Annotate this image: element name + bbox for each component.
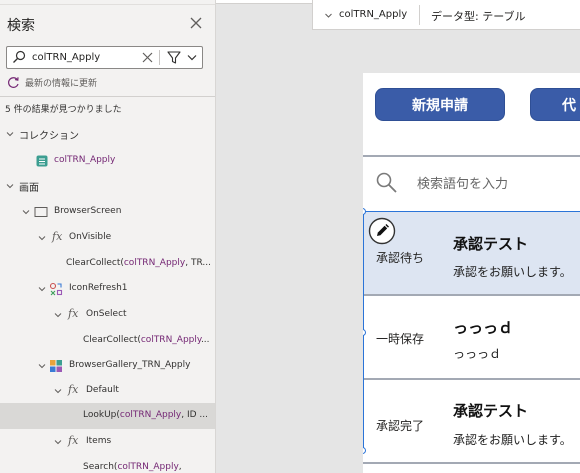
gallery-item-title: 承認テスト [453, 235, 529, 253]
formula-result-text: ClearCollect(colTRN_Apply, TR... [66, 258, 211, 268]
formula-post: ... [200, 335, 210, 345]
tree-item-default[interactable]: fx Default [0, 378, 215, 404]
search-icon [13, 50, 26, 63]
tree-section-screens[interactable]: 画面 [0, 173, 215, 199]
gallery-icon [50, 360, 62, 372]
tree-item-collection[interactable]: colTRN_Apply [0, 148, 215, 174]
formula-result-text: LookUp(colTRN_Apply, ID ... [83, 410, 208, 420]
tree-item-onvisible[interactable]: fx OnVisible [0, 225, 215, 251]
close-icon[interactable] [187, 14, 205, 32]
formula-icon: fx [68, 434, 79, 447]
refresh-label: 最新の情報に更新 [25, 78, 98, 89]
formula-pre: ClearCollect( [66, 258, 124, 268]
formula-post: , [178, 462, 182, 472]
tree-label: BrowserGallery_TRN_Apply [69, 360, 191, 370]
chevron-down-icon [6, 132, 14, 137]
collection-icon [36, 155, 48, 167]
filter-icon[interactable] [166, 50, 200, 66]
gallery-item-subtitle: っっっｄ [453, 347, 502, 361]
search-input[interactable] [32, 49, 138, 66]
gallery-item-status: 承認完了 [376, 419, 425, 433]
chevron-down-icon [6, 184, 14, 189]
chevron-down-icon[interactable] [324, 11, 333, 20]
pane-top-border [0, 0, 215, 5]
pane-divider [0, 96, 215, 97]
formula-match: colTRN_Apply [117, 462, 179, 472]
chevron-down-icon [54, 440, 62, 445]
gallery-item-status: 一時保存 [376, 332, 425, 346]
refresh-icon [8, 76, 19, 88]
formula-result-text: Search(colTRN_Apply, [83, 462, 182, 472]
formula-icon: fx [52, 230, 63, 243]
formula-match: colTRN_Apply [119, 410, 182, 420]
result-count: 5 件の結果が見つかりました [5, 105, 122, 115]
gallery-item-title: っっっｄ [453, 319, 514, 337]
chevron-down-icon [54, 313, 62, 318]
tree-item-items[interactable]: fx Items [0, 429, 215, 455]
formula-pre: LookUp( [83, 410, 120, 420]
tree-label: Default [86, 385, 119, 395]
gallery-item[interactable]: 一時保存 っっっｄ っっっｄ [363, 296, 580, 380]
tree-item-iconrefresh1[interactable]: IconRefresh1 [0, 276, 215, 302]
tree-label: colTRN_Apply [54, 155, 116, 165]
tree-item-formula-result[interactable]: ClearCollect(colTRN_Apply, TR... [0, 251, 215, 277]
tree-item-onselect[interactable]: fx OnSelect [0, 302, 215, 328]
top-strip [216, 0, 312, 4]
collection-name[interactable]: colTRN_Apply [339, 9, 407, 20]
tree-item-formula-result[interactable]: Search(colTRN_Apply, [0, 455, 215, 473]
search-icon [376, 172, 397, 193]
new-request-button[interactable]: 新規申請 [375, 88, 505, 121]
tree-label: OnSelect [86, 309, 127, 319]
edit-icon[interactable] [368, 217, 396, 245]
search-box [6, 46, 203, 69]
formula-result-text: ClearCollect(colTRN_Apply... [83, 335, 210, 345]
gallery-item-title: 承認テスト [453, 402, 529, 420]
tree-label: コレクション [19, 131, 79, 142]
refresh-button[interactable]: 最新の情報に更新 [7, 74, 97, 90]
formula-icon: fx [68, 307, 79, 320]
header-divider [363, 155, 580, 157]
search-pane: 検索 最新の情報に更新 5 件の結果が見つかりました コレクション [0, 0, 216, 473]
formula-icon: fx [68, 383, 79, 396]
formula-match: colTRN_Apply [140, 335, 201, 345]
tree-label: Items [86, 436, 112, 446]
tree-label: OnVisible [69, 232, 112, 242]
icon-control-icon [49, 282, 63, 296]
formula-bar-separator [419, 5, 420, 25]
formula-bar: colTRN_Apply データ型: テーブル [312, 0, 580, 30]
chevron-down-icon [38, 364, 46, 369]
tree-section-collections[interactable]: コレクション [0, 121, 215, 147]
tree-item-formula-result-selected[interactable]: LookUp(colTRN_Apply, ID ... [0, 403, 215, 429]
tree-label: 画面 [19, 183, 39, 194]
clear-icon[interactable] [141, 51, 154, 64]
formula-post: , TR... [185, 258, 211, 268]
formula-pre: ClearCollect( [83, 335, 141, 345]
formula-match: colTRN_Apply [123, 258, 186, 268]
tree-label: BrowserScreen [54, 206, 122, 216]
tree-item-browserscreen[interactable]: BrowserScreen [0, 199, 215, 225]
gallery: 承認待ち 承認テスト 承認をお願いします。 一時保存 っっっｄ っっっｄ 承認完… [363, 211, 580, 473]
chevron-down-icon [38, 236, 46, 241]
search-pane-title: 検索 [7, 18, 35, 34]
app-canvas: 新規申請 代 承認待ち 承認テスト 承認をお願いします。 一時保存 っっっｄ っ… [363, 73, 580, 473]
gallery-item-subtitle: 承認をお願いします。 [453, 265, 572, 279]
proxy-request-button[interactable]: 代 [530, 88, 580, 121]
chevron-down-icon [38, 287, 46, 292]
gallery-item-subtitle: 承認をお願いします。 [453, 433, 572, 447]
formula-post: , ID ... [181, 410, 209, 420]
app-search-input[interactable] [417, 174, 577, 194]
screen-icon [34, 207, 48, 217]
chevron-down-icon [54, 389, 62, 394]
gallery-item[interactable]: 承認完了 承認テスト 承認をお願いします。 [363, 380, 580, 464]
chevron-down-icon [22, 210, 30, 215]
data-type-label: データ型: テーブル [431, 10, 526, 23]
tree-label: IconRefresh1 [69, 283, 128, 293]
formula-pre: Search( [83, 462, 118, 472]
tree-item-browsergallery[interactable]: BrowserGallery_TRN_Apply [0, 353, 215, 379]
gallery-item-status: 承認待ち [376, 251, 425, 265]
search-box-separator [159, 50, 160, 65]
gallery-item[interactable]: 承認待ち 承認テスト 承認をお願いします。 [363, 212, 580, 296]
tree-item-formula-result[interactable]: ClearCollect(colTRN_Apply... [0, 328, 215, 354]
